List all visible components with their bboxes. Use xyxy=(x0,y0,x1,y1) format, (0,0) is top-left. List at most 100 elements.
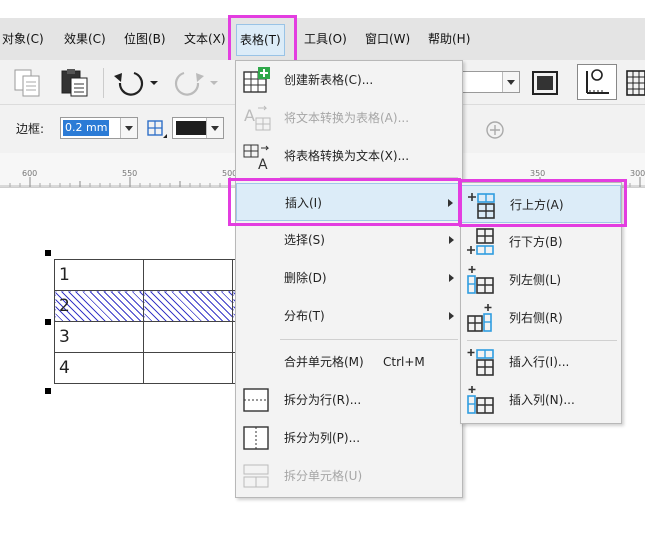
new-table-icon xyxy=(243,67,270,93)
menu-item-merge-cells[interactable]: 合并单元格(M) Ctrl+M xyxy=(236,343,462,381)
menu-item-split-columns[interactable]: 拆分为列(P)... xyxy=(236,419,462,457)
outline-color-combo[interactable] xyxy=(172,117,224,139)
chevron-down-icon[interactable] xyxy=(502,72,519,92)
menu-item-label: 插入行(I)... xyxy=(509,355,570,369)
submenu-item-row-below[interactable]: 行下方(B) xyxy=(461,223,621,261)
menu-help[interactable]: 帮助(H) xyxy=(428,28,470,50)
menu-item-delete[interactable]: 删除(D) xyxy=(236,259,462,297)
menu-item-label: 拆分为行(R)... xyxy=(284,393,362,407)
menu-item-insert[interactable]: 插入(I) xyxy=(236,183,462,221)
menu-item-select[interactable]: 选择(S) xyxy=(236,221,462,259)
selection-handle[interactable] xyxy=(45,388,51,394)
chevron-right-icon xyxy=(449,274,454,282)
menu-item-label: 拆分为列(P)... xyxy=(284,431,361,445)
ruler-tick-label: 350 xyxy=(530,169,546,178)
chevron-right-icon xyxy=(448,199,453,207)
menu-separator xyxy=(280,177,458,178)
insert-row-above-icon xyxy=(468,193,495,219)
menu-window[interactable]: 窗口(W) xyxy=(365,28,410,50)
full-screen-icon[interactable] xyxy=(528,68,562,98)
table-cell[interactable]: 2 xyxy=(54,290,144,322)
svg-text:A: A xyxy=(244,106,255,125)
redo-icon[interactable] xyxy=(168,68,220,98)
menu-bitmaps[interactable]: 位图(B) xyxy=(124,28,166,50)
chevron-right-icon xyxy=(449,236,454,244)
table-cell[interactable] xyxy=(143,321,233,353)
insert-submenu: 行上方(A) 行下方(B) 列左侧(L) 列右侧(R) 插入行(I)... 插入… xyxy=(460,182,622,424)
submenu-item-insert-rows[interactable]: 插入行(I)... xyxy=(461,343,621,381)
table-to-text-icon: A xyxy=(243,144,270,170)
table-cell[interactable] xyxy=(143,352,233,384)
split-rows-icon xyxy=(243,388,269,412)
submenu-item-row-above[interactable]: 行上方(A) xyxy=(461,185,621,223)
text-to-table-icon: A xyxy=(244,105,271,131)
chevron-down-icon[interactable] xyxy=(120,118,137,138)
table-cell[interactable] xyxy=(143,290,233,322)
table-cell[interactable]: 4 xyxy=(54,352,144,384)
zoom-level-combo[interactable] xyxy=(462,71,520,93)
border-width-value[interactable]: 0.2 mm xyxy=(63,120,110,136)
insert-rows-icon xyxy=(467,349,494,376)
insert-columns-icon xyxy=(467,386,494,414)
menu-item-label: 列左侧(L) xyxy=(509,273,562,287)
menu-item-split-rows[interactable]: 拆分为行(R)... xyxy=(236,381,462,419)
copy-icon[interactable] xyxy=(12,68,46,98)
menu-text[interactable]: 文本(X) xyxy=(184,28,226,50)
menu-separator xyxy=(467,340,617,341)
border-width-combo[interactable]: 0.2 mm xyxy=(60,117,138,139)
menu-item-label: 选择(S) xyxy=(284,233,325,247)
menu-item-label: 创建新表格(C)... xyxy=(284,73,374,87)
undo-icon[interactable] xyxy=(110,68,162,98)
menu-item-label: 插入列(N)... xyxy=(509,393,575,407)
menu-object[interactable]: 对象(C) xyxy=(2,28,44,50)
ruler-tick-label: 300 xyxy=(630,169,645,178)
menu-item-label: 插入(I) xyxy=(285,196,322,210)
menu-bar: 对象(C) 效果(C) 位图(B) 文本(X) 表格(T) 工具(O) 窗口(W… xyxy=(0,18,645,60)
menu-item-label: 拆分单元格(U) xyxy=(284,469,363,483)
menu-tools[interactable]: 工具(O) xyxy=(304,28,347,50)
table-menu: 创建新表格(C)... A 将文本转换为表格(A)... A 将表格转换为文本(… xyxy=(235,60,463,498)
menu-item-label: 合并单元格(M) xyxy=(284,355,364,369)
menu-item-label: 将文本转换为表格(A)... xyxy=(284,111,410,125)
menu-item-label: 行上方(A) xyxy=(510,198,564,212)
menu-item-label: 删除(D) xyxy=(284,271,327,285)
menu-item-table-to-text[interactable]: A 将表格转换为文本(X)... xyxy=(236,137,462,175)
insert-row-below-icon xyxy=(467,228,494,255)
chevron-down-icon[interactable] xyxy=(206,118,223,138)
outline-color-swatch xyxy=(176,121,206,135)
menu-separator xyxy=(280,339,458,340)
submenu-item-insert-columns[interactable]: 插入列(N)... xyxy=(461,381,621,419)
insert-column-left-icon xyxy=(467,266,494,294)
selection-handle[interactable] xyxy=(45,250,51,256)
menu-item-text-to-table: A 将文本转换为表格(A)... xyxy=(236,99,462,137)
rulers-toggle[interactable] xyxy=(577,64,617,100)
paste-icon[interactable] xyxy=(58,67,92,99)
menu-table[interactable]: 表格(T) xyxy=(236,24,285,56)
selection-handle[interactable] xyxy=(45,319,51,325)
split-columns-icon xyxy=(243,426,269,450)
table-cell[interactable]: 3 xyxy=(54,321,144,353)
table-cell[interactable]: 1 xyxy=(54,259,144,291)
table-cell[interactable] xyxy=(143,259,233,291)
menu-item-label: 分布(T) xyxy=(284,309,325,323)
menu-effects[interactable]: 效果(C) xyxy=(64,28,106,50)
toolbar-divider xyxy=(103,68,104,98)
insert-column-right-icon xyxy=(467,304,492,332)
ruler-icon xyxy=(586,69,609,94)
chevron-right-icon xyxy=(449,312,454,320)
submenu-item-column-left[interactable]: 列左侧(L) xyxy=(461,261,621,299)
border-select-icon[interactable] xyxy=(144,117,168,141)
svg-text:A: A xyxy=(258,157,268,170)
menu-item-label: 列右侧(R) xyxy=(509,311,563,325)
split-cells-icon xyxy=(243,464,269,488)
menu-item-label: 将表格转换为文本(X)... xyxy=(284,149,410,163)
menu-item-split-cells: 拆分单元格(U) xyxy=(236,457,462,495)
menu-item-label: 行下方(B) xyxy=(509,235,563,249)
grid-icon[interactable] xyxy=(625,68,645,98)
border-label: 边框: xyxy=(16,122,45,136)
ruler-tick-label: 550 xyxy=(122,169,138,178)
submenu-item-column-right[interactable]: 列右侧(R) xyxy=(461,299,621,337)
menu-item-distribute[interactable]: 分布(T) xyxy=(236,297,462,335)
menu-item-create-table[interactable]: 创建新表格(C)... xyxy=(236,61,462,99)
add-icon[interactable] xyxy=(484,119,506,141)
